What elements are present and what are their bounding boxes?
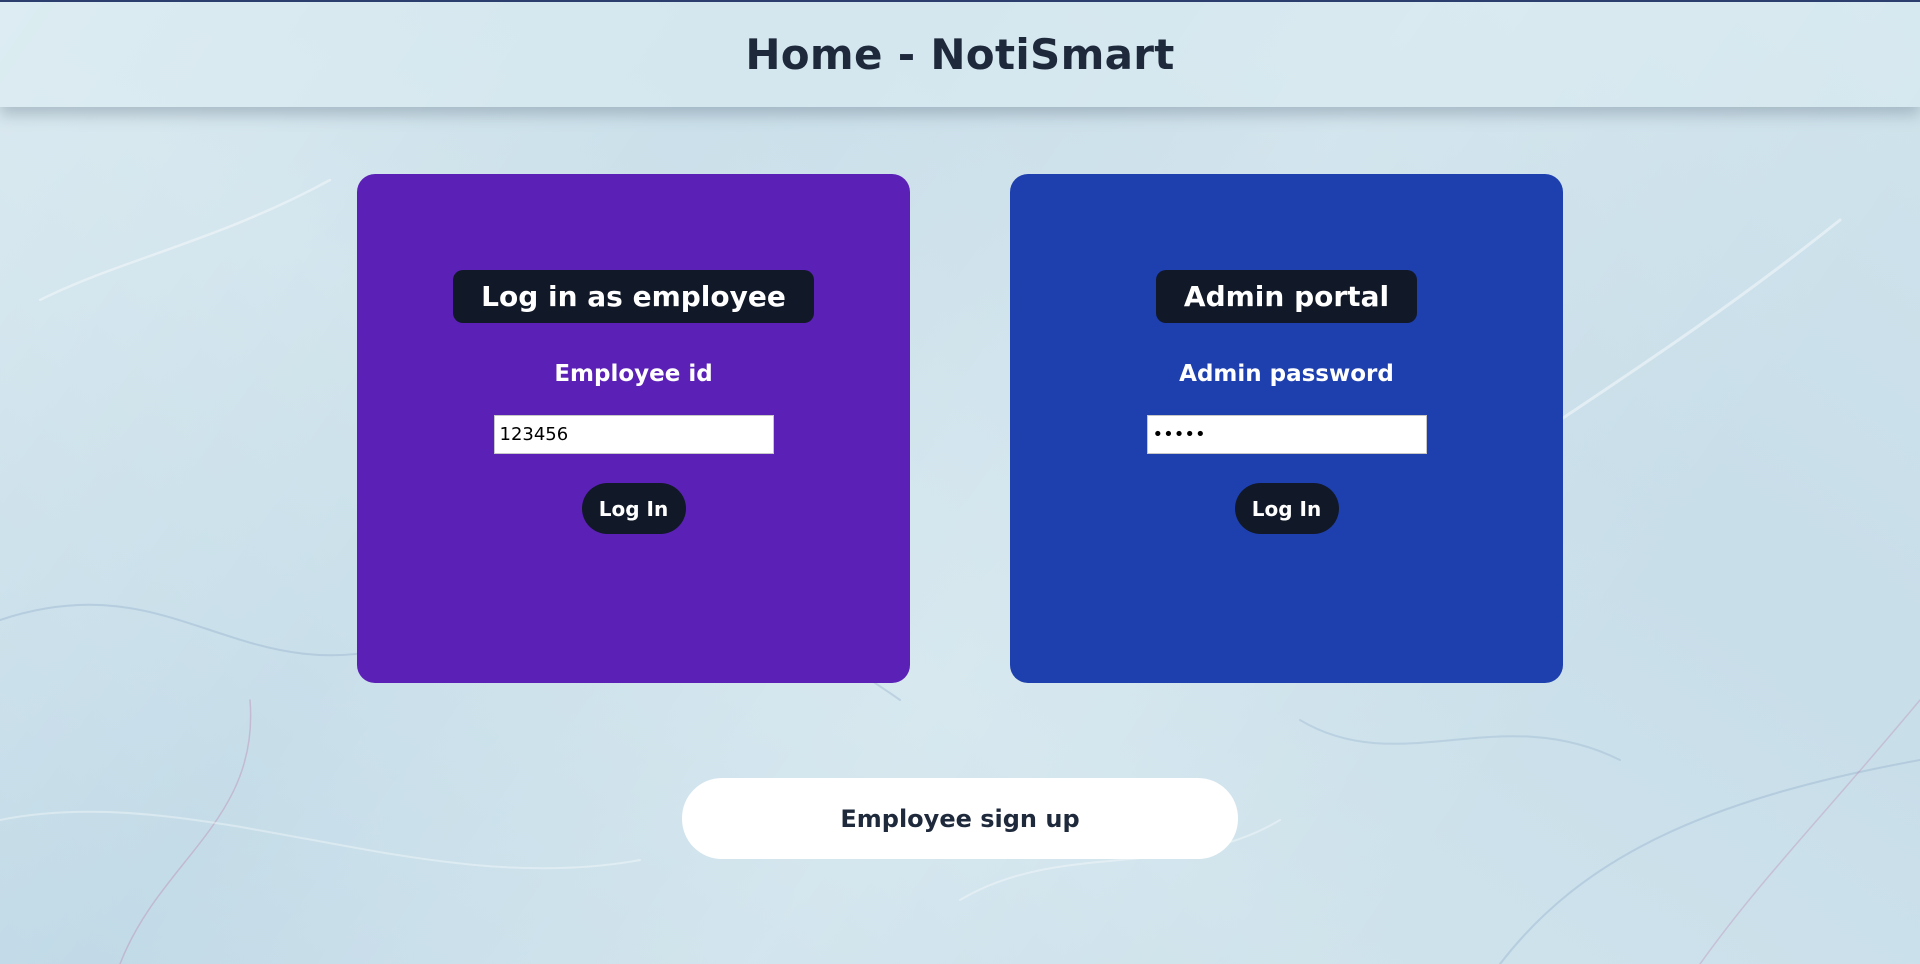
admin-login-button[interactable]: Log In [1234,483,1339,534]
page-header: Home - NotiSmart [0,0,1920,107]
admin-password-input[interactable] [1146,415,1427,454]
employee-login-card: Log in as employee Employee id Log In [357,174,910,683]
employee-signup-button[interactable]: Employee sign up [682,778,1238,859]
admin-login-card: Admin portal Admin password Log In [1010,174,1563,683]
admin-password-label: Admin password [1179,361,1394,387]
page-title: Home - NotiSmart [745,30,1175,79]
employee-login-button[interactable]: Log In [581,483,686,534]
employee-id-label: Employee id [554,361,713,387]
admin-portal-heading: Admin portal [1155,270,1418,323]
employee-id-input[interactable] [493,415,774,454]
employee-login-heading: Log in as employee [453,270,814,323]
